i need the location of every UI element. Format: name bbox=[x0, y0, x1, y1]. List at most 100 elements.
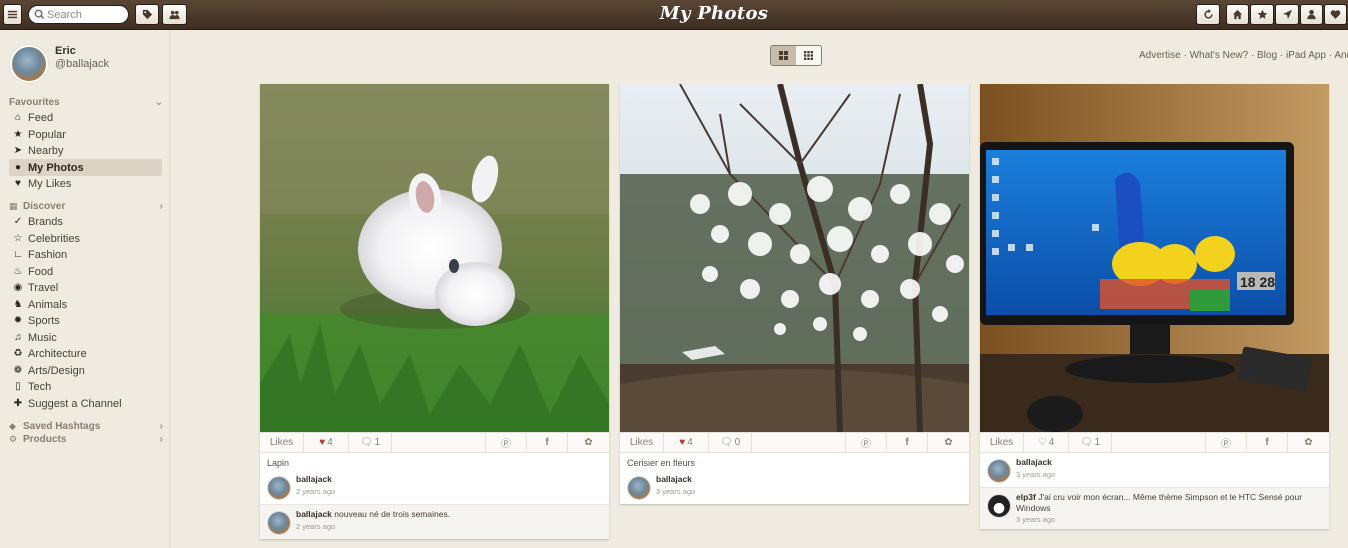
like-button[interactable]: ♥ 4 bbox=[664, 433, 709, 452]
chevron-down-icon: ⌄ bbox=[154, 97, 163, 108]
photo-rabbit[interactable] bbox=[260, 84, 609, 432]
palette-icon: ❁ bbox=[13, 365, 23, 376]
comment-time: 3 years ago bbox=[1016, 515, 1056, 525]
likes-label[interactable]: Likes bbox=[260, 433, 304, 452]
sidebar-item-music[interactable]: ♫ Music bbox=[9, 329, 162, 346]
chevron-right-icon: › bbox=[159, 421, 163, 432]
comment-user[interactable]: elp3f bbox=[1016, 492, 1036, 502]
photo-caption: Lapin bbox=[267, 458, 290, 468]
sidebar-item-food[interactable]: ♨ Food bbox=[9, 263, 162, 280]
profile-handle: @ballajack bbox=[55, 58, 109, 70]
gear-icon: ⚙ bbox=[9, 434, 18, 444]
comment-user[interactable]: ballajack bbox=[1016, 457, 1052, 467]
avatar[interactable] bbox=[10, 45, 48, 83]
app-title: My Photos bbox=[659, 3, 769, 24]
comment-user[interactable]: ballajack bbox=[296, 509, 332, 519]
sidebar-item-arts-design[interactable]: ❁ Arts/Design bbox=[9, 362, 162, 379]
twitter-share-button[interactable]: ✿ bbox=[1288, 433, 1329, 452]
comment-item: elp3f J'ai cru voir mon écran... Même th… bbox=[980, 487, 1329, 529]
photo-card: 18 28 Likes ♡ 4 🗨 1 Ⓟ f ✿ ballajack 3 years… bbox=[980, 84, 1329, 529]
sidebar-item-travel[interactable]: ◉ Travel bbox=[9, 279, 162, 296]
sidebar-item-suggest-channel[interactable]: ✚ Suggest a Channel bbox=[9, 395, 162, 412]
sidebar-item-my-likes[interactable]: ♥ My Likes bbox=[9, 175, 162, 192]
chevron-right-icon: › bbox=[159, 434, 163, 445]
footer-links[interactable]: Advertise · What's New? · Blog · iPad Ap… bbox=[1139, 50, 1348, 61]
discover-heading[interactable]: ▦ Discover › bbox=[9, 201, 163, 212]
avatar[interactable] bbox=[987, 459, 1011, 483]
comment-button[interactable]: 🗨 1 bbox=[1069, 433, 1112, 452]
comment-button[interactable]: 🗨 1 bbox=[349, 433, 392, 452]
comment-time: 2 years ago bbox=[296, 486, 336, 496]
facebook-share-button[interactable]: f bbox=[1247, 433, 1288, 452]
sidebar-item-animals[interactable]: ♞ Animals bbox=[9, 296, 162, 313]
sidebar-item-brands[interactable]: ✓ Brands bbox=[9, 213, 162, 230]
heart-icon bbox=[1330, 10, 1341, 19]
sidebar-item-nearby[interactable]: ➤ Nearby bbox=[9, 142, 162, 159]
photo-cherry-tree[interactable] bbox=[620, 84, 969, 432]
sidebar-item-celebrities[interactable]: ☆ Celebrities bbox=[9, 230, 162, 247]
home-icon bbox=[1232, 9, 1243, 20]
pinterest-share-button[interactable]: Ⓟ bbox=[846, 433, 887, 452]
star-outline-icon: ☆ bbox=[13, 233, 23, 244]
sidebar-item-fashion[interactable]: ∟ Fashion bbox=[9, 246, 162, 263]
home-button[interactable] bbox=[1226, 4, 1249, 25]
saved-hashtags-heading[interactable]: ◆ Saved Hashtags › bbox=[9, 421, 163, 432]
pinterest-icon: Ⓟ bbox=[861, 439, 871, 450]
avatar[interactable] bbox=[267, 476, 291, 500]
chevron-right-icon: › bbox=[159, 201, 163, 212]
twitter-icon: ✿ bbox=[1304, 437, 1313, 448]
sidebar-item-feed[interactable]: ⌂ Feed bbox=[9, 109, 162, 126]
photo-card: Likes ♥ 4 🗨 0 Ⓟ f ✿ Cerisier en fleurs bal… bbox=[620, 84, 969, 504]
comment-button[interactable]: 🗨 0 bbox=[709, 433, 752, 452]
likes-label[interactable]: Likes bbox=[980, 433, 1024, 452]
grid-icon: ▦ bbox=[9, 201, 18, 211]
nearby-button[interactable] bbox=[1275, 4, 1299, 25]
sidebar-item-popular[interactable]: ★ Popular bbox=[9, 126, 162, 143]
sidebar-item-tech[interactable]: ▯ Tech bbox=[9, 378, 162, 395]
photo-monitor[interactable]: 18 28 bbox=[980, 84, 1329, 432]
facebook-share-button[interactable]: f bbox=[887, 433, 928, 452]
comment-user[interactable]: ballajack bbox=[296, 474, 332, 484]
facebook-share-button[interactable]: f bbox=[527, 433, 568, 452]
pinterest-icon: Ⓟ bbox=[501, 439, 511, 450]
large-grid-view-button[interactable] bbox=[771, 46, 796, 65]
likes-label[interactable]: Likes bbox=[620, 433, 664, 452]
globe-icon: ◉ bbox=[13, 282, 23, 293]
pinterest-icon: Ⓟ bbox=[1221, 439, 1231, 450]
refresh-icon bbox=[1203, 9, 1213, 19]
tag-icon: ◆ bbox=[9, 421, 16, 431]
swoosh-icon: ✓ bbox=[13, 216, 23, 227]
sidebar-item-architecture[interactable]: ♻ Architecture bbox=[9, 345, 162, 362]
comment-text: J'ai cru voir mon écran... Même thème Si… bbox=[1016, 492, 1303, 513]
action-bar: Likes ♥ 4 🗨 1 Ⓟ f ✿ bbox=[260, 432, 609, 453]
screen-clock: 18 28 bbox=[1240, 274, 1275, 290]
facebook-icon: f bbox=[905, 437, 909, 448]
pinterest-share-button[interactable]: Ⓟ bbox=[486, 433, 527, 452]
twitter-share-button[interactable]: ✿ bbox=[928, 433, 969, 452]
avatar[interactable] bbox=[987, 494, 1011, 518]
star-icon: ★ bbox=[13, 129, 23, 140]
refresh-button[interactable] bbox=[1196, 4, 1220, 25]
avatar[interactable] bbox=[627, 476, 651, 500]
profile-button[interactable] bbox=[1300, 4, 1323, 25]
like-button[interactable]: ♥ 4 bbox=[304, 433, 349, 452]
likes-button[interactable] bbox=[1324, 4, 1347, 25]
pinterest-share-button[interactable]: Ⓟ bbox=[1206, 433, 1247, 452]
like-button[interactable]: ♡ 4 bbox=[1024, 433, 1069, 452]
comment-item: ballajack 2 years ago bbox=[260, 470, 609, 504]
small-grid-view-button[interactable] bbox=[796, 46, 821, 65]
comment-time: 3 years ago bbox=[1016, 469, 1056, 479]
favourites-heading[interactable]: Favourites ⌄ bbox=[9, 97, 163, 108]
avatar[interactable] bbox=[267, 511, 291, 535]
twitter-share-button[interactable]: ✿ bbox=[568, 433, 609, 452]
sidebar-item-my-photos[interactable]: ● My Photos bbox=[9, 159, 162, 176]
guitar-icon: ♫ bbox=[14, 332, 22, 343]
photo-caption: Cerisier en fleurs bbox=[627, 458, 696, 468]
comment-user[interactable]: ballajack bbox=[656, 474, 692, 484]
facebook-icon: f bbox=[545, 437, 549, 448]
profile[interactable]: Eric @ballajack bbox=[10, 45, 109, 83]
popular-button[interactable] bbox=[1250, 4, 1274, 25]
products-heading[interactable]: ⚙ Products › bbox=[9, 434, 163, 445]
sidebar-item-sports[interactable]: ✹ Sports bbox=[9, 312, 162, 329]
profile-name[interactable]: Eric bbox=[55, 45, 109, 57]
